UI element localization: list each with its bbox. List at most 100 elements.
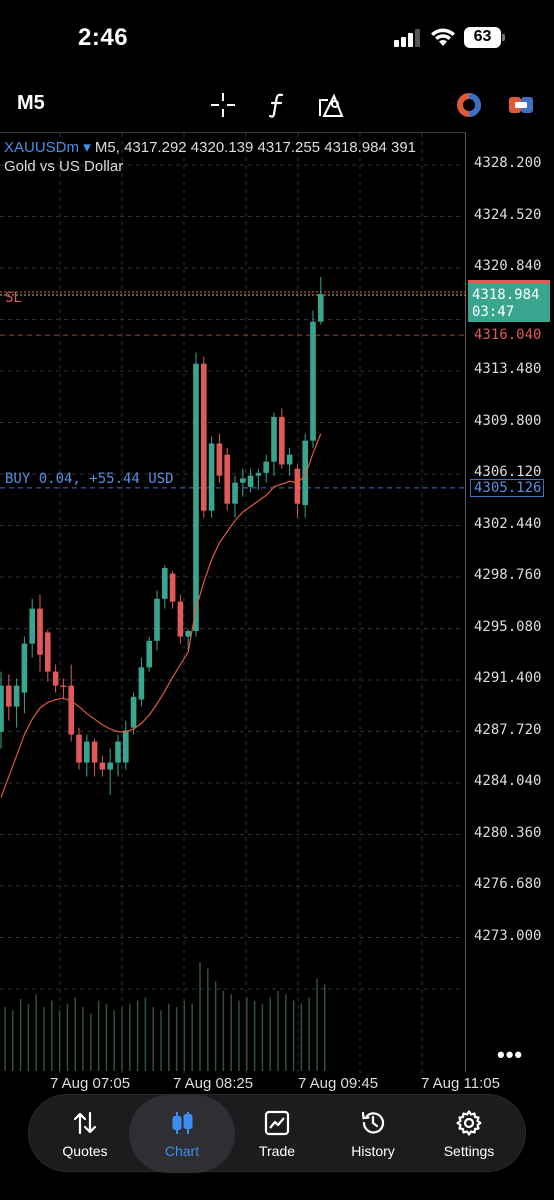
price-axis-label: 4291.400 (474, 670, 542, 686)
status-time: 2:46 (78, 24, 129, 51)
one-click-trading-icon[interactable] (506, 90, 536, 120)
gear-icon (455, 1109, 483, 1137)
tab-label: Trade (258, 1143, 296, 1159)
candle-body (91, 741, 98, 763)
candle-body (216, 443, 223, 476)
candle-body (76, 734, 82, 763)
wifi-icon (431, 28, 455, 46)
tab-settings[interactable]: Settings (421, 1095, 517, 1173)
price-axis-label: 4328.200 (474, 155, 542, 171)
symbol-description: Gold vs US Dollar (4, 158, 124, 175)
candle-body (224, 454, 230, 504)
bottom-tab-bar: Quotes Chart Trade History Settings (28, 1094, 526, 1173)
position-label[interactable]: BUY 0.04, +55.44 USD (5, 471, 174, 487)
status-bar: 2:46 63 (0, 0, 554, 72)
candle-body (37, 608, 43, 655)
drawing-objects-icon[interactable] (316, 90, 346, 120)
price-axis-label: 4287.720 (474, 721, 542, 738)
candle-body (185, 631, 191, 637)
price-axis-label: 4273.000 (474, 927, 542, 944)
tab-label: Settings (443, 1143, 495, 1159)
history-clock-icon (359, 1109, 387, 1137)
battery-icon: 63 (464, 27, 506, 48)
candle-body (271, 416, 277, 462)
position-open-price: 4305.126 (470, 479, 544, 497)
candle-body (318, 294, 324, 322)
price-axis-label: 4324.520 (474, 206, 542, 223)
candle-body (68, 685, 74, 735)
price-axis-label: 4298.760 (474, 567, 542, 583)
price-axis-label: 4306.120 (474, 464, 542, 480)
candle-body (130, 696, 137, 728)
tab-chart[interactable]: Chart (129, 1095, 235, 1173)
ohlc-readout: M5, 4317.292 4320.139 4317.255 4318.984 … (94, 139, 417, 156)
tab-trade[interactable]: Trade (229, 1095, 325, 1173)
candle-body (6, 685, 12, 707)
chart-canvas[interactable] (0, 132, 466, 1073)
candle-body (193, 363, 199, 632)
price-axis-label: 4280.360 (474, 824, 542, 841)
candle-body (60, 685, 67, 687)
stop-loss-price: 4316.040 (474, 327, 542, 343)
candle-body (52, 671, 59, 686)
candle-body (29, 608, 35, 644)
battery-level: 63 (473, 28, 492, 45)
more-options-button[interactable]: ••• (497, 1042, 523, 1068)
tab-quotes[interactable]: Quotes (37, 1095, 133, 1173)
price-axis-label: 4284.040 (474, 773, 542, 789)
price-axis-label: 4295.080 (474, 618, 542, 635)
indicators-f-icon[interactable] (262, 90, 292, 120)
candle-body (107, 762, 113, 770)
candle-body (294, 468, 301, 504)
tab-history[interactable]: History (325, 1095, 421, 1173)
candle-body (146, 640, 152, 668)
trading-signals-icon[interactable] (454, 90, 484, 120)
chart-toolbar: M5 (0, 80, 554, 128)
price-axis-label: 4313.480 (474, 361, 542, 377)
crosshair-icon[interactable] (208, 90, 238, 120)
current-price-value: 4318.984 (472, 287, 540, 303)
candle-body (0, 685, 4, 732)
candle-body (247, 475, 254, 487)
candle-body (138, 667, 145, 700)
candle-body (310, 321, 316, 441)
stop-loss-label[interactable]: SL (5, 290, 22, 306)
candle-body (279, 416, 285, 465)
quotes-arrows-icon (71, 1109, 99, 1137)
symbol-dropdown-icon[interactable]: ▾ (83, 139, 91, 156)
candle-body (286, 454, 293, 465)
candle-body (154, 598, 160, 641)
candlestick-chart[interactable] (0, 133, 466, 1073)
tab-label: Chart (164, 1143, 200, 1159)
candle-body (177, 601, 184, 637)
price-axis-label: 4320.840 (474, 258, 542, 274)
candle-body (255, 472, 262, 476)
time-label: 7 Aug 11:05 (421, 1075, 500, 1092)
symbol-name[interactable]: XAUUSDm (4, 139, 79, 156)
candle-body (263, 461, 269, 473)
price-axis-label: 4276.680 (474, 876, 542, 892)
price-axis-label: 4309.800 (474, 412, 542, 429)
time-label: 7 Aug 08:25 (173, 1075, 254, 1092)
candle-body (99, 762, 106, 770)
candle-body (169, 573, 176, 602)
time-label: 7 Aug 07:05 (50, 1075, 131, 1092)
tab-label: History (351, 1143, 395, 1159)
timeframe-selector[interactable]: M5 (17, 92, 45, 115)
candlestick-icon (168, 1109, 196, 1137)
candle-body (208, 443, 215, 511)
time-label: 7 Aug 09:45 (298, 1075, 379, 1092)
candle-body (162, 568, 168, 599)
price-axis-label: 4302.440 (474, 515, 542, 532)
current-price-marker: 4318.984 03:47 (468, 280, 550, 322)
candle-body (45, 632, 51, 672)
candle-timer: 03:47 (472, 304, 515, 320)
trade-chart-icon (263, 1109, 291, 1137)
tab-label: Quotes (62, 1143, 108, 1159)
chart-header: XAUUSDm ▾ M5, 4317.292 4320.139 4317.255… (4, 138, 416, 176)
candle-body (123, 730, 129, 763)
candle-body (240, 478, 246, 483)
candle-body (201, 363, 207, 511)
candle-body (115, 741, 121, 763)
candle-body (13, 685, 20, 707)
